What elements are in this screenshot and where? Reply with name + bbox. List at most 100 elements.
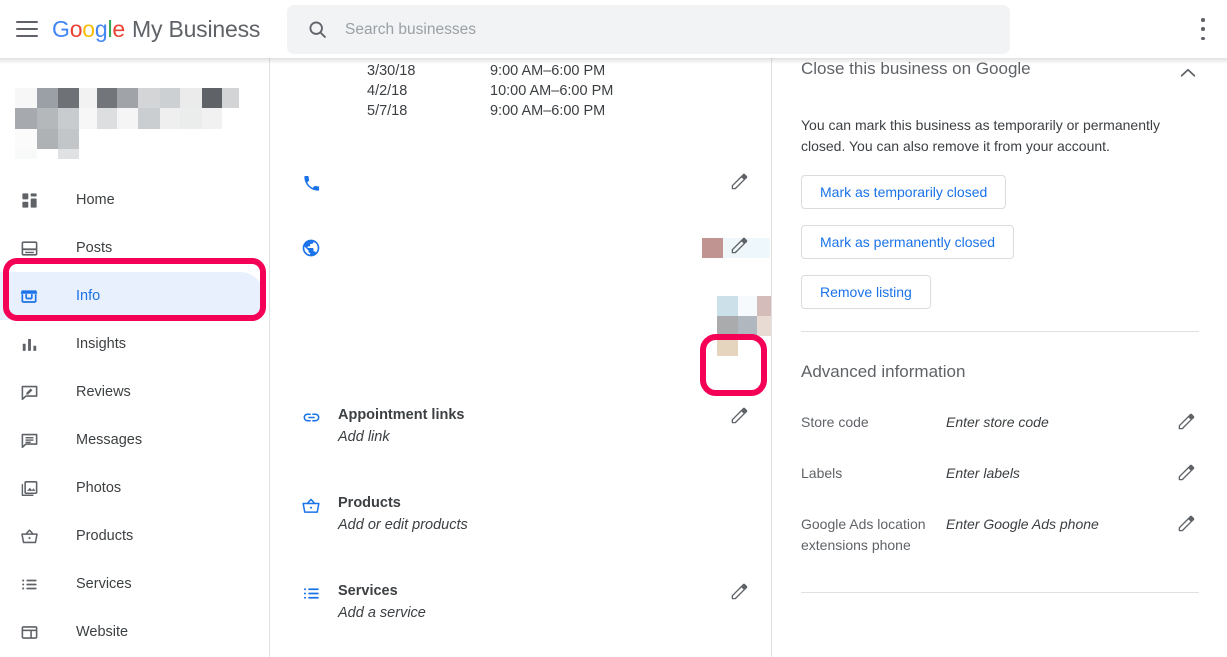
special-hours-date: 3/30/18 (367, 63, 416, 79)
advanced-field-google-ads-phone[interactable]: Google Ads location extensions phone Ent… (801, 514, 1199, 556)
sidebar-item-label: Home (76, 192, 115, 208)
sidebar-item-services[interactable]: Services (0, 560, 270, 608)
business-name-redacted (8, 88, 239, 159)
field-value: Enter store code (946, 414, 1049, 430)
edit-appointment-links-pencil-icon[interactable] (726, 406, 752, 447)
sidebar-item-reviews[interactable]: Reviews (0, 368, 270, 416)
sidebar-item-label: Reviews (76, 384, 131, 400)
remove-listing-button[interactable]: Remove listing (801, 275, 931, 309)
info-row-services[interactable]: Services Add a service (272, 582, 771, 623)
sidebar-item-insights[interactable]: Insights (0, 320, 270, 368)
bar-chart-icon (14, 335, 44, 354)
basket-icon (294, 494, 328, 535)
phone-icon (294, 172, 328, 193)
storefront-icon (14, 286, 44, 306)
list-icon (14, 575, 44, 594)
row-title: Appointment links (338, 407, 465, 423)
field-value: Enter labels (946, 465, 1020, 481)
website-icon (14, 623, 44, 642)
advanced-information-title: Advanced information (801, 362, 966, 381)
row-subtitle: Add link (338, 429, 390, 445)
search-bar[interactable] (287, 5, 1010, 54)
row-subtitle: Add a service (338, 605, 426, 621)
field-label: Labels (801, 465, 843, 481)
review-icon (14, 383, 44, 402)
close-business-description: You can mark this business as temporaril… (801, 117, 1160, 154)
special-hours-time: 9:00 AM–6:00 PM (490, 103, 606, 119)
products-no-pencil (726, 494, 752, 535)
sidebar-item-label: Products (76, 528, 134, 544)
close-business-title: Close this business on Google (801, 59, 1031, 78)
right-details-panel: Close this business on Google You can ma… (773, 58, 1227, 657)
google-wordmark: Google (52, 15, 125, 42)
mark-temporarily-closed-button[interactable]: Mark as temporarily closed (801, 175, 1007, 209)
product-name: My Business (132, 15, 261, 42)
special-hours-date: 4/2/18 (367, 83, 408, 99)
special-hours-time: 10:00 AM–6:00 PM (490, 83, 614, 99)
row-title: Services (338, 583, 398, 599)
edit-phone-pencil-icon[interactable] (726, 172, 752, 193)
sidebar-item-label: Messages (76, 432, 143, 448)
chevron-up-icon[interactable] (1177, 59, 1199, 89)
sidebar-item-photos[interactable]: Photos (0, 464, 270, 512)
sidebar-item-posts[interactable]: Posts (0, 224, 270, 272)
info-row-appointment-links[interactable]: Appointment links Add link (272, 406, 771, 447)
edit-store-code-pencil-icon[interactable] (1173, 412, 1199, 431)
row-title: Products (338, 495, 401, 511)
basket-icon (14, 527, 44, 546)
sidebar-item-info[interactable]: Info (0, 272, 264, 320)
advanced-field-store-code[interactable]: Store code Enter store code (801, 412, 1199, 433)
brand-logo: Google My Business (52, 16, 260, 43)
top-app-bar: Google My Business (0, 0, 1227, 58)
edit-google-ads-phone-pencil-icon[interactable] (1173, 514, 1199, 533)
sidebar-item-messages[interactable]: Messages (0, 416, 270, 464)
special-hours-table: 3/30/18 9:00 AM–6:00 PM 4/2/18 10:00 AM–… (367, 61, 613, 121)
phone-value-redacted (338, 172, 726, 193)
website-value-redacted (338, 236, 726, 258)
link-icon (294, 406, 328, 447)
special-hours-row: 5/7/18 9:00 AM–6:00 PM (367, 101, 613, 121)
info-row-phone[interactable] (272, 172, 771, 193)
sidebar-item-label: Website (76, 624, 129, 640)
edit-labels-pencil-icon[interactable] (1173, 463, 1199, 482)
special-hours-row: 3/30/18 9:00 AM–6:00 PM (367, 61, 613, 81)
field-label: Google Ads location extensions phone (801, 516, 926, 553)
sidebar-item-label: Insights (76, 336, 126, 352)
info-row-products[interactable]: Products Add or edit products (272, 494, 771, 535)
field-value: Enter Google Ads phone (946, 516, 1099, 532)
bottom-divider (801, 592, 1199, 593)
special-hours-date: 5/7/18 (367, 103, 408, 119)
edit-services-pencil-icon[interactable] (726, 582, 752, 623)
sidebar-item-products[interactable]: Products (0, 512, 270, 560)
app-root: Google My Business Search businesses Hom… (0, 0, 1227, 657)
sidebar-nav-list: Home Posts Info Insights Reviews Message… (0, 176, 270, 656)
search-icon (307, 19, 328, 40)
more-vertical-icon[interactable] (1193, 18, 1213, 40)
posts-icon (14, 239, 44, 258)
sidebar-item-website[interactable]: Website (0, 608, 270, 656)
business-info-column: 3/30/18 9:00 AM–6:00 PM 4/2/18 10:00 AM–… (272, 58, 772, 657)
row-subtitle: Add or edit products (338, 517, 468, 533)
sidebar-item-label: Info (76, 288, 101, 304)
close-business-section-header: Close this business on Google (801, 59, 1199, 89)
message-icon (14, 431, 44, 450)
left-sidebar: Home Posts Info Insights Reviews Message… (0, 58, 270, 657)
search-input[interactable] (345, 20, 1010, 39)
field-label: Store code (801, 414, 869, 430)
sidebar-item-label: Photos (76, 480, 122, 496)
mark-permanently-closed-button[interactable]: Mark as permanently closed (801, 225, 1015, 259)
sidebar-item-label: Posts (76, 240, 113, 256)
section-divider (801, 331, 1199, 332)
edit-website-pencil-icon[interactable] (726, 236, 752, 258)
dashboard-icon (14, 191, 44, 210)
special-hours-row: 4/2/18 10:00 AM–6:00 PM (367, 81, 613, 101)
info-row-website[interactable] (272, 236, 771, 258)
list-icon (294, 582, 328, 623)
sidebar-item-label: Services (76, 576, 132, 592)
photo-icon (14, 479, 44, 498)
sidebar-item-home[interactable]: Home (0, 176, 270, 224)
hamburger-menu-icon[interactable] (16, 21, 38, 37)
special-hours-time: 9:00 AM–6:00 PM (490, 63, 606, 79)
advanced-field-labels[interactable]: Labels Enter labels (801, 463, 1199, 484)
globe-icon (294, 236, 328, 258)
